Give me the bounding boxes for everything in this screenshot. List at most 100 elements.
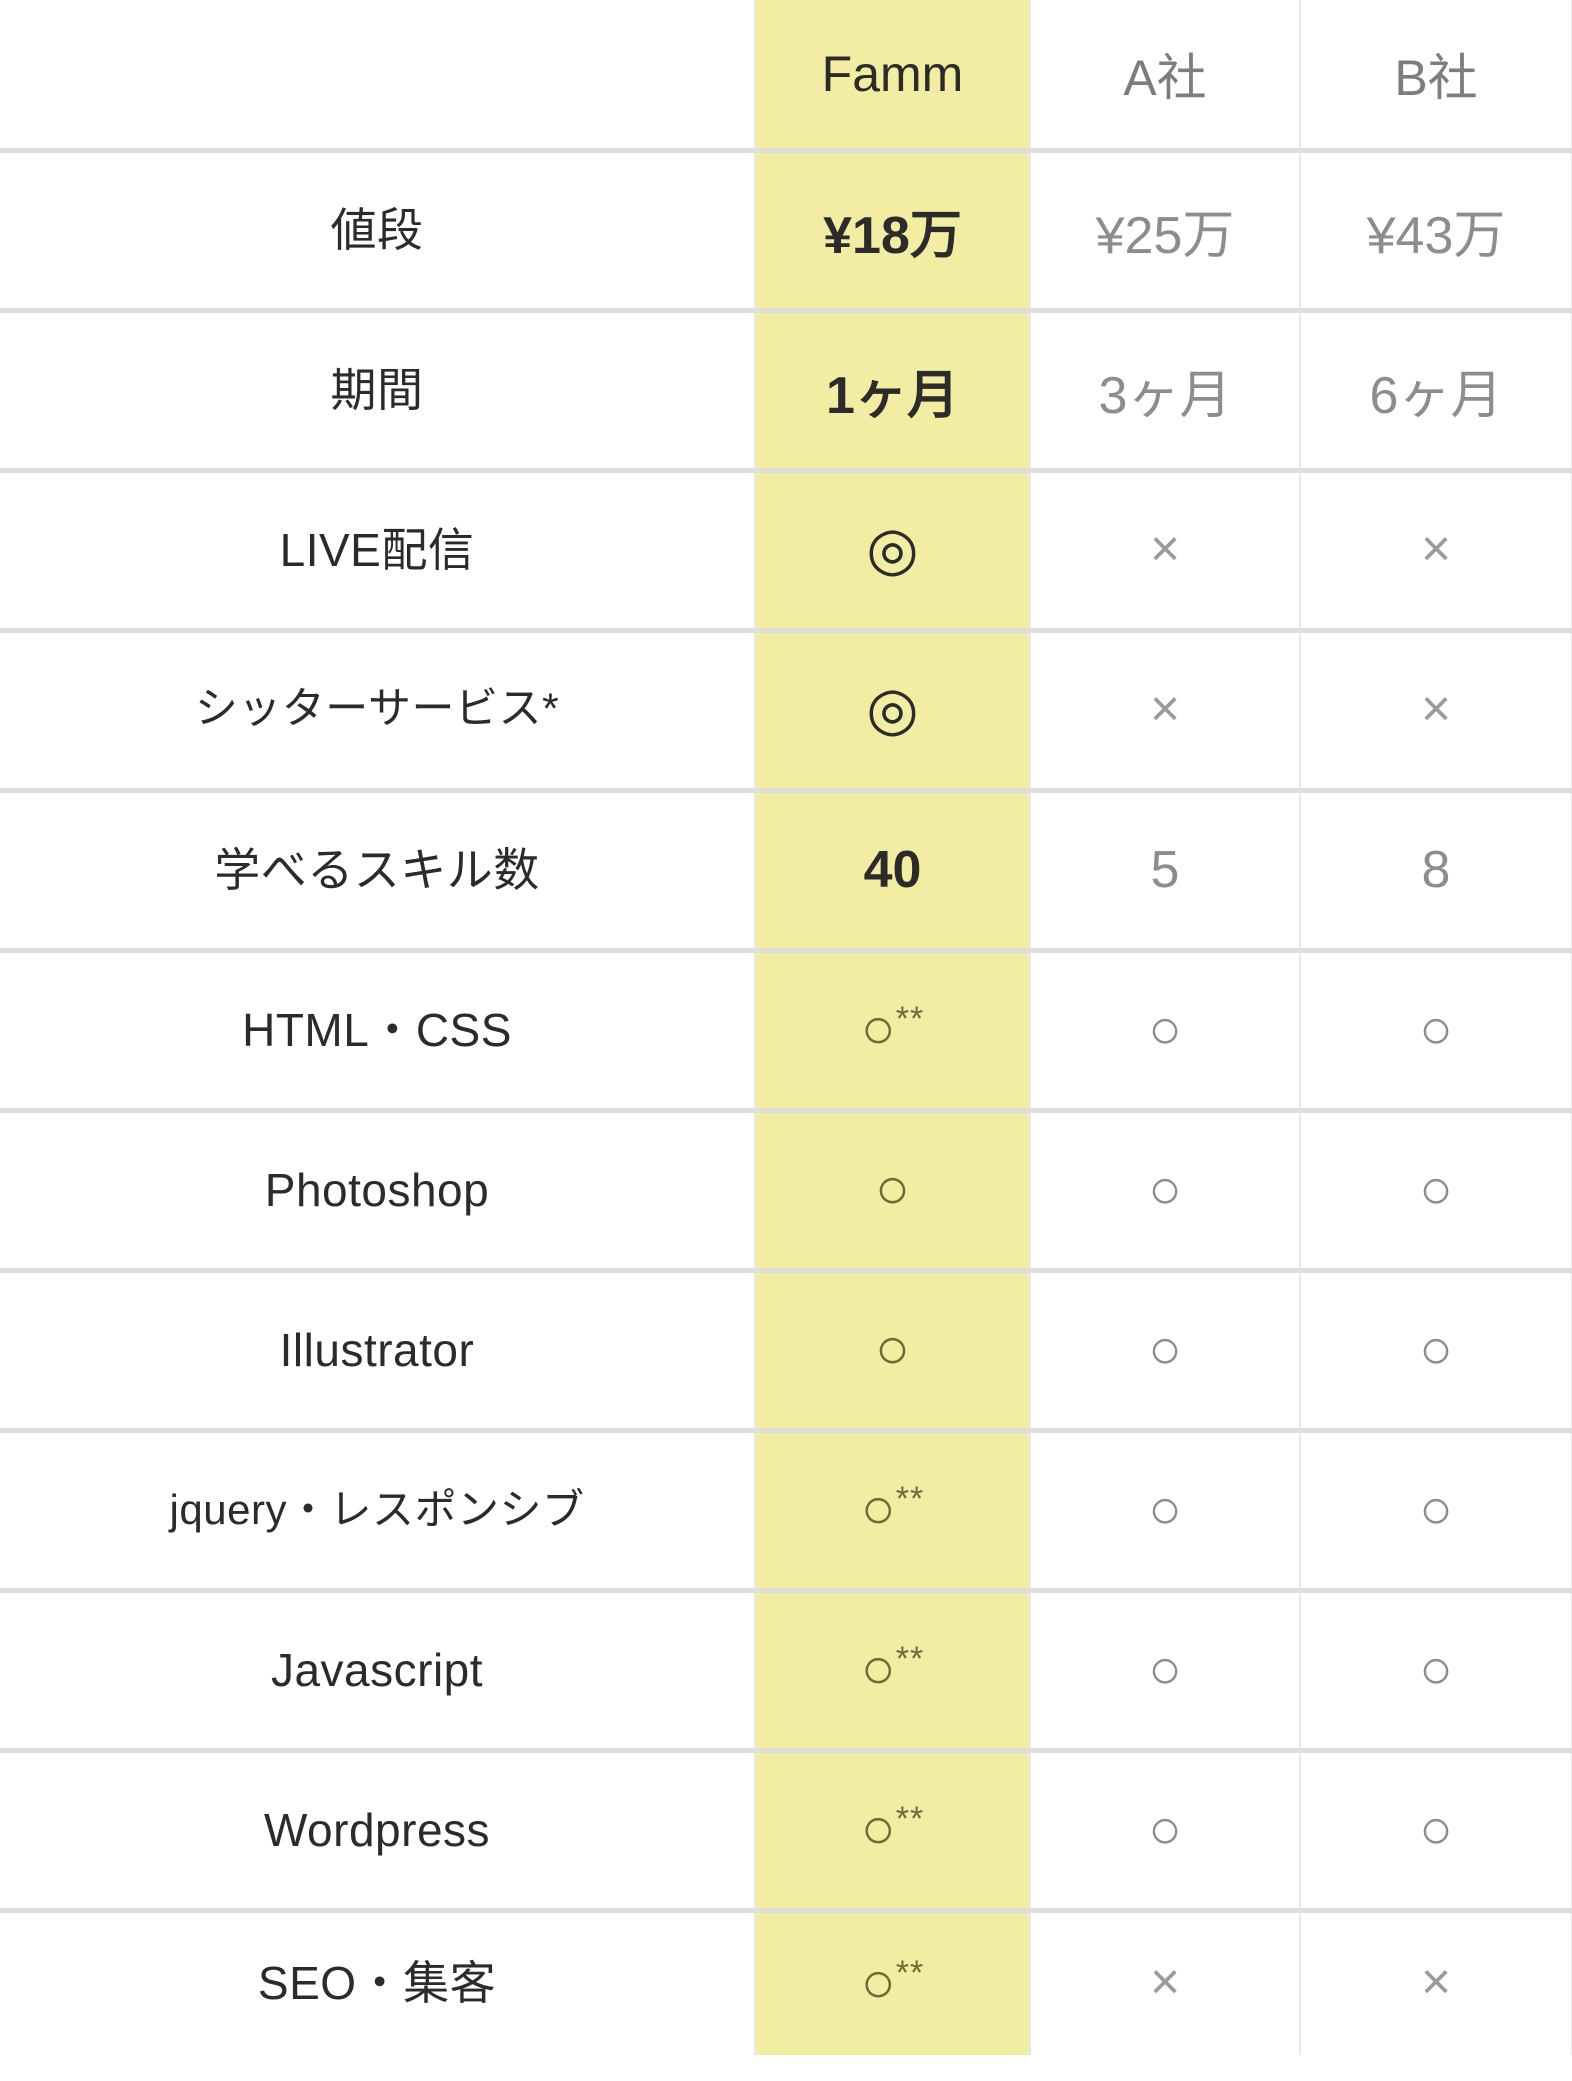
cell-b: ○: [1299, 1750, 1572, 1913]
cell-b: ×: [1299, 1910, 1572, 2055]
table-row: シッターサービス* ◎ × ×: [0, 630, 1572, 793]
row-label: jquery・レスポンシブ: [0, 1430, 756, 1593]
header-col-a: A社: [1029, 0, 1301, 153]
cell-a: ○: [1029, 1750, 1301, 1913]
cell-famm: 40: [754, 790, 1031, 953]
cell-famm: ○ **: [754, 1750, 1031, 1913]
cell-a: ○: [1029, 1590, 1301, 1753]
cell-famm: ○ **: [754, 1910, 1031, 2055]
header-blank-cell: [0, 0, 756, 153]
cell-b: ×: [1299, 470, 1572, 633]
skill-count-a: 5: [1150, 841, 1180, 899]
double-circle-icon: ◎: [866, 675, 919, 742]
circle-icon: ○: [860, 1796, 896, 1861]
table-row: Wordpress ○ ** ○ ○: [0, 1750, 1572, 1913]
row-label: 期間: [0, 310, 756, 473]
circle-icon: ○: [860, 996, 896, 1061]
price-value-famm: ¥18万: [823, 206, 962, 265]
cell-a: ×: [1029, 630, 1301, 793]
header-col-b: B社: [1299, 0, 1572, 153]
cell-b: ¥43万: [1299, 150, 1572, 313]
cell-a: ¥25万: [1029, 150, 1301, 313]
circle-icon: ○: [860, 1636, 896, 1701]
comparison-table: Famm A社 B社 値段 ¥18万 ¥25万 ¥43万 期間 1ヶ月 3ヶ月 …: [0, 0, 1572, 2055]
table-row: jquery・レスポンシブ ○ ** ○ ○: [0, 1430, 1572, 1593]
cell-a: ×: [1029, 1910, 1301, 2055]
table-body: 値段 ¥18万 ¥25万 ¥43万 期間 1ヶ月 3ヶ月 6ヶ月 LIVE配信 …: [0, 150, 1572, 2055]
circle-icon: ○: [1419, 996, 1453, 1060]
footnote-marker: **: [895, 1800, 925, 1838]
circle-icon: ○: [1148, 1476, 1182, 1540]
footnote-marker: **: [895, 1480, 925, 1518]
cell-famm: ◎: [754, 470, 1031, 633]
cell-a: 3ヶ月: [1029, 310, 1301, 473]
table-row: 期間 1ヶ月 3ヶ月 6ヶ月: [0, 310, 1572, 473]
circle-icon: ○: [1419, 1796, 1453, 1860]
double-circle-icon: ◎: [866, 515, 919, 582]
duration-value-famm: 1ヶ月: [826, 366, 959, 425]
duration-value-b: 6ヶ月: [1369, 366, 1503, 425]
footnote-marker: **: [895, 1953, 925, 1992]
row-label: LIVE配信: [0, 470, 756, 633]
cell-b: ○: [1299, 1270, 1572, 1433]
table-row: Javascript ○ ** ○ ○: [0, 1590, 1572, 1753]
cross-icon: ×: [1420, 1953, 1452, 2012]
table-header-row: Famm A社 B社: [0, 0, 1572, 153]
cell-famm: ○: [754, 1270, 1031, 1433]
cell-famm: ○ **: [754, 1590, 1031, 1753]
duration-value-a: 3ヶ月: [1098, 366, 1232, 425]
cell-famm: 1ヶ月: [754, 310, 1031, 473]
circle-icon: ○: [1419, 1476, 1453, 1540]
row-label: 値段: [0, 150, 756, 313]
circle-icon: ○: [874, 1156, 911, 1221]
cell-famm: ○ **: [754, 1430, 1031, 1593]
cell-famm: ○: [754, 1110, 1031, 1273]
cell-a: ○: [1029, 950, 1301, 1113]
cell-famm: ○ **: [754, 950, 1031, 1113]
circle-icon: ○: [1419, 1636, 1453, 1700]
cell-b: 8: [1299, 790, 1572, 953]
circle-icon: ○: [874, 1316, 911, 1381]
circle-icon: ○: [860, 1476, 896, 1541]
table-row: Illustrator ○ ○ ○: [0, 1270, 1572, 1433]
table-row: SEO・集客 ○ ** × ×: [0, 1910, 1572, 2055]
cross-icon: ×: [1149, 519, 1181, 578]
row-label: HTML・CSS: [0, 950, 756, 1113]
cell-a: 5: [1029, 790, 1301, 953]
table-row: HTML・CSS ○ ** ○ ○: [0, 950, 1572, 1113]
cross-icon: ×: [1420, 519, 1452, 578]
price-value-a: ¥25万: [1095, 206, 1235, 265]
table-row: LIVE配信 ◎ × ×: [0, 470, 1572, 633]
table-row: 値段 ¥18万 ¥25万 ¥43万: [0, 150, 1572, 313]
footnote-marker: **: [895, 1640, 925, 1678]
row-label: SEO・集客: [0, 1910, 756, 2055]
circle-icon: ○: [1148, 996, 1182, 1060]
row-label: 学べるスキル数: [0, 790, 756, 953]
cell-a: ○: [1029, 1270, 1301, 1433]
cell-famm: ◎: [754, 630, 1031, 793]
cell-a: ○: [1029, 1110, 1301, 1273]
cross-icon: ×: [1149, 1953, 1181, 2012]
cell-b: ○: [1299, 1110, 1572, 1273]
cell-b: ○: [1299, 1430, 1572, 1593]
cell-b: ○: [1299, 1590, 1572, 1753]
price-value-b: ¥43万: [1366, 206, 1506, 265]
circle-icon: ○: [860, 1949, 896, 2015]
cell-a: ○: [1029, 1430, 1301, 1593]
cross-icon: ×: [1420, 679, 1452, 738]
header-col-famm: Famm: [754, 0, 1031, 153]
footnote-marker: **: [895, 1000, 925, 1038]
circle-icon: ○: [1148, 1636, 1182, 1700]
row-label: Photoshop: [0, 1110, 756, 1273]
cell-a: ×: [1029, 470, 1301, 633]
row-label: Illustrator: [0, 1270, 756, 1433]
row-label: Javascript: [0, 1590, 756, 1753]
skill-count-b: 8: [1421, 841, 1451, 899]
circle-icon: ○: [1148, 1316, 1182, 1380]
cross-icon: ×: [1149, 679, 1181, 738]
cell-famm: ¥18万: [754, 150, 1031, 313]
table-row: Photoshop ○ ○ ○: [0, 1110, 1572, 1273]
circle-icon: ○: [1419, 1316, 1453, 1380]
cell-b: 6ヶ月: [1299, 310, 1572, 473]
cell-b: ×: [1299, 630, 1572, 793]
